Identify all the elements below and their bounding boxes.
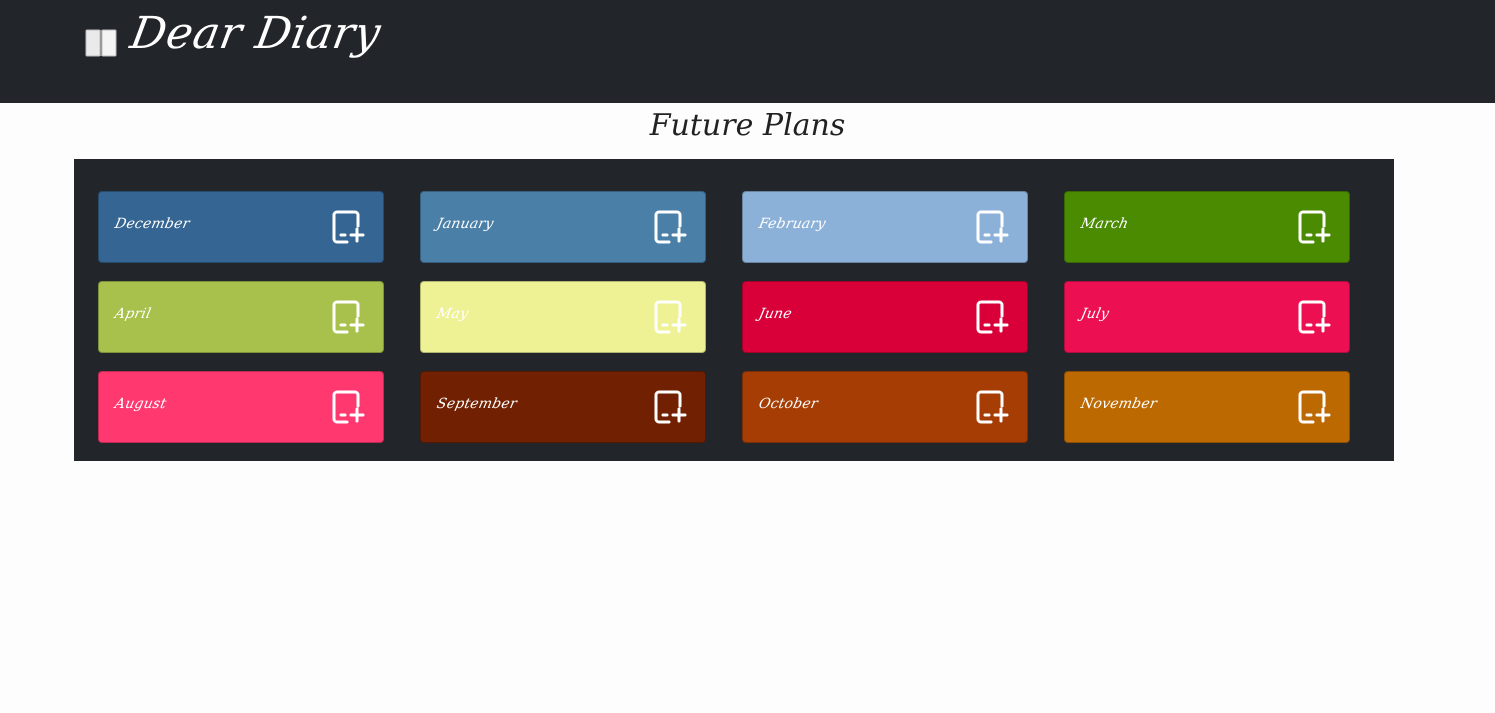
month-card-january[interactable]: January [420, 191, 706, 263]
brand-title: Dear Diary [126, 8, 385, 59]
month-card-july[interactable]: July [1064, 281, 1350, 353]
add-note-icon[interactable] [653, 210, 689, 246]
add-note-icon[interactable] [975, 390, 1011, 426]
month-card-september[interactable]: September [420, 371, 706, 443]
month-card-label: December [113, 216, 192, 232]
month-card-label: April [113, 306, 153, 322]
add-note-icon[interactable] [975, 300, 1011, 336]
month-card-october[interactable]: October [742, 371, 1028, 443]
month-card-june[interactable]: June [742, 281, 1028, 353]
month-card-label: May [435, 306, 470, 322]
month-card-august[interactable]: August [98, 371, 384, 443]
month-card-label: February [757, 216, 828, 232]
brand-link[interactable]: Dear Diary [85, 8, 385, 59]
month-card-label: July [1079, 306, 1111, 322]
open-book-icon [85, 29, 117, 57]
month-card-april[interactable]: April [98, 281, 384, 353]
month-card-december[interactable]: December [98, 191, 384, 263]
months-board: December January February March April May June… [74, 159, 1394, 461]
navbar: Dear Diary [0, 0, 1495, 103]
month-card-november[interactable]: November [1064, 371, 1350, 443]
month-card-label: August [113, 396, 168, 412]
month-card-february[interactable]: February [742, 191, 1028, 263]
add-note-icon[interactable] [653, 390, 689, 426]
add-note-icon[interactable] [1297, 300, 1333, 336]
month-card-label: November [1079, 396, 1159, 412]
add-note-icon[interactable] [331, 300, 367, 336]
add-note-icon[interactable] [1297, 210, 1333, 246]
month-card-label: October [757, 396, 820, 412]
page-title: Future Plans [649, 108, 846, 143]
add-note-icon[interactable] [1297, 390, 1333, 426]
month-card-label: June [757, 306, 794, 322]
month-card-may[interactable]: May [420, 281, 706, 353]
month-card-label: January [435, 216, 496, 232]
add-note-icon[interactable] [975, 210, 1011, 246]
add-note-icon[interactable] [331, 390, 367, 426]
month-card-label: September [435, 396, 519, 412]
add-note-icon[interactable] [331, 210, 367, 246]
add-note-icon[interactable] [653, 300, 689, 336]
month-card-label: March [1079, 216, 1130, 232]
month-card-march[interactable]: March [1064, 191, 1350, 263]
